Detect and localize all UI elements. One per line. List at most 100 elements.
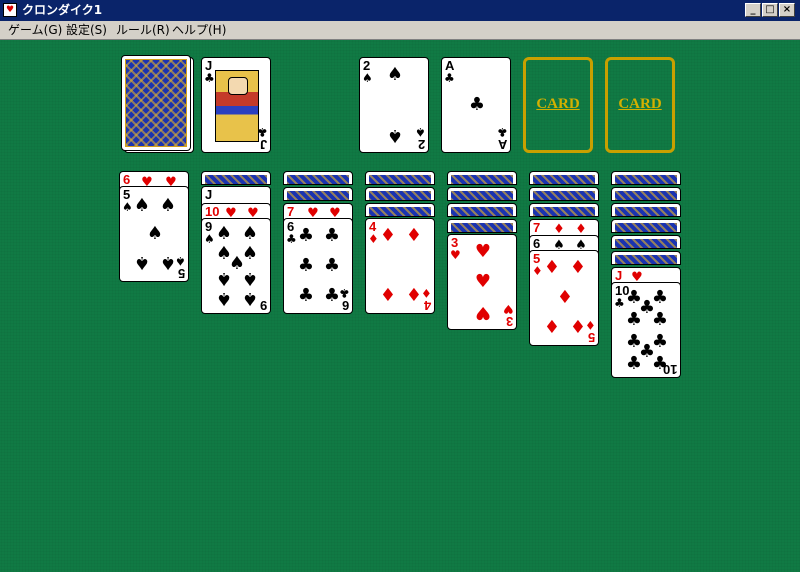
tableau-5-facedown: [447, 203, 517, 217]
spade-icon: ♠: [386, 64, 404, 85]
spade-icon: ♠: [122, 200, 133, 214]
stock-pile[interactable]: [121, 55, 191, 151]
diamond-icon: ♦: [543, 317, 561, 338]
tableau-5-facedown: [447, 171, 517, 185]
tableau-7-facedown: [611, 235, 681, 249]
minimize-button[interactable]: _: [745, 3, 761, 17]
diamond-icon: ♦: [569, 257, 587, 278]
club-icon: ♣: [297, 225, 315, 246]
card-rank-bottom: 2: [417, 137, 425, 152]
menu-game[interactable]: ゲーム(G): [6, 22, 64, 39]
card-rank-bottom: 3: [505, 314, 513, 329]
app-icon[interactable]: ♥: [3, 3, 17, 17]
tableau-5-facedown: [447, 187, 517, 201]
game-table: J ♣ J ♣ 2 ♠ ♠ ♠ 2 ♠ A ♣ ♣ A ♣ CARD CARD …: [0, 40, 800, 572]
heart-icon: ♥: [474, 302, 492, 323]
tableau-4-facedown: [365, 171, 435, 185]
club-icon: ♣: [614, 296, 625, 310]
tableau-5-facedown: [447, 219, 517, 233]
diamond-icon: ♦: [379, 225, 397, 246]
spade-icon: ♠: [175, 254, 186, 268]
diamond-icon: ♦: [379, 285, 397, 306]
card-rank-bottom: 10: [662, 362, 677, 377]
tableau-5-card-top[interactable]: 3 ♥ ♥ ♥ ♥ 3 ♥: [447, 234, 517, 330]
tableau-2-card-top[interactable]: 9 ♠ ♠ ♠ ♠ ♠ ♠ ♠ ♠ ♠ ♠ 9: [201, 218, 271, 314]
club-icon: ♣: [297, 285, 315, 306]
spade-icon: ♠: [215, 288, 233, 309]
card-rank-bottom: A: [497, 137, 507, 152]
menu-bar: ゲーム(G) 設定(S) ルール(R) ヘルプ(H): [0, 21, 800, 40]
spade-icon: ♠: [415, 125, 426, 139]
card-rank: J: [205, 187, 213, 202]
spade-icon: ♠: [215, 268, 233, 289]
club-icon: ♣: [257, 125, 268, 139]
tableau-6-facedown: [529, 203, 599, 217]
card-rank: 10: [205, 204, 220, 219]
waste-pile-card[interactable]: J ♣ J ♣: [201, 57, 271, 153]
club-icon: ♣: [497, 125, 508, 139]
card-rank-bottom: 9: [259, 298, 267, 313]
club-icon: ♣: [625, 309, 643, 330]
tableau-1-card-top[interactable]: 5 ♠ ♠ ♠ ♠ ♠ ♠ 5 ♠: [119, 186, 189, 282]
club-icon: ♣: [204, 71, 215, 85]
menu-rules[interactable]: ルール(R): [114, 22, 172, 39]
card-rank: 7: [533, 220, 541, 235]
heart-icon: ♥: [474, 241, 492, 262]
tableau-6-card-top[interactable]: 5 ♦ ♦ ♦ ♦ ♦ ♦ 5 ♦: [529, 250, 599, 346]
card-rank-bottom: 4: [423, 298, 431, 313]
foundation-slot-4[interactable]: CARD: [605, 57, 675, 153]
diamond-icon: ♦: [585, 318, 596, 332]
foundation-slot-3[interactable]: CARD: [523, 57, 593, 153]
diamond-icon: ♦: [405, 225, 423, 246]
club-icon: ♣: [286, 232, 297, 246]
close-button[interactable]: ×: [779, 3, 795, 17]
tableau-4-card-top[interactable]: 4 ♦ ♦ ♦ ♦ ♦ 4 ♦: [365, 218, 435, 314]
club-icon: ♣: [323, 225, 341, 246]
club-icon: ♣: [468, 94, 486, 115]
diamond-icon: ♦: [368, 232, 379, 246]
diamond-icon: ♦: [421, 286, 432, 300]
menu-settings[interactable]: 設定(S): [64, 22, 109, 39]
tableau-3-card-top[interactable]: 6 ♣ ♣ ♣ ♣ ♣ ♣ ♣ 6 ♣: [283, 218, 353, 314]
tableau-4-facedown: [365, 203, 435, 217]
card-rank: J: [615, 268, 623, 283]
spade-icon: ♠: [241, 223, 259, 244]
card-rank: 6: [123, 172, 131, 187]
foundation-pile-1[interactable]: 2 ♠ ♠ ♠ 2 ♠: [359, 57, 429, 153]
diamond-icon: ♦: [556, 287, 574, 308]
slot-label: CARD: [536, 96, 580, 112]
spade-icon: ♠: [241, 288, 259, 309]
tableau-7-facedown: [611, 219, 681, 233]
window-title: クロンダイク1: [22, 3, 103, 17]
tableau-6-facedown: [529, 171, 599, 185]
spade-icon: ♠: [133, 195, 151, 216]
tableau-2-facedown: [201, 171, 271, 185]
heart-icon: ♥: [474, 271, 492, 292]
menu-help[interactable]: ヘルプ(H): [170, 22, 228, 39]
tableau-3-facedown: [283, 187, 353, 201]
club-icon: ♣: [297, 255, 315, 276]
spade-icon: ♠: [133, 252, 151, 273]
diamond-icon: ♦: [532, 264, 543, 278]
tableau-7-facedown: [611, 251, 681, 265]
spade-icon: ♠: [215, 223, 233, 244]
slot-label: CARD: [618, 96, 662, 112]
jack-face-art: [215, 70, 259, 142]
heart-icon: ♥: [450, 248, 461, 262]
spade-icon: ♠: [386, 125, 404, 146]
card-rank: 6: [533, 236, 541, 251]
club-icon: ♣: [651, 309, 669, 330]
tableau-4-facedown: [365, 187, 435, 201]
spade-icon: ♠: [146, 223, 164, 244]
club-icon: ♣: [625, 353, 643, 374]
tableau-7-card-top[interactable]: 10 ♣ ♣ ♣ ♣ ♣ ♣ ♣ ♣ ♣ ♣ ♣ 10: [611, 282, 681, 378]
heart-icon: ♥: [503, 302, 514, 316]
tableau-3-facedown: [283, 171, 353, 185]
diamond-icon: ♦: [543, 257, 561, 278]
card-rank-bottom: 6: [341, 298, 349, 313]
tableau-6-facedown: [529, 187, 599, 201]
tableau-7-facedown: [611, 187, 681, 201]
maximize-button[interactable]: □: [762, 3, 778, 17]
card-rank-bottom: 5: [177, 266, 185, 281]
foundation-pile-2[interactable]: A ♣ ♣ A ♣: [441, 57, 511, 153]
